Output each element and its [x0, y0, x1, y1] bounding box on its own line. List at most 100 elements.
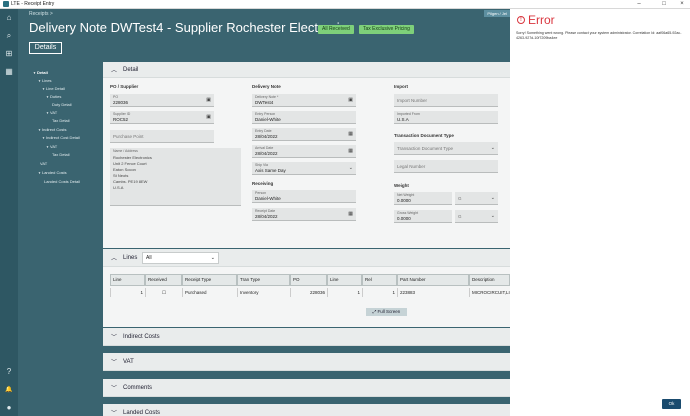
lookup-icon[interactable]: ▣: [348, 97, 353, 103]
chevron-down-icon: ﹀: [110, 411, 117, 416]
lines-filter-select[interactable]: All ⌄: [142, 252, 219, 264]
receipt-date-field[interactable]: Receipt Date 28/04/2022 ▦: [252, 208, 356, 221]
tree-item-landed-costs-detail[interactable]: Landed Costs Detail: [44, 179, 80, 184]
column-header-po-line[interactable]: Line: [327, 274, 362, 286]
chevron-down-icon: ﹀: [110, 360, 117, 366]
column-header-part-number[interactable]: Part Number: [397, 274, 469, 286]
chevron-up-icon: ︿: [110, 68, 117, 74]
chevron-down-icon[interactable]: ⌄: [491, 213, 495, 219]
column-header-received[interactable]: Received: [145, 274, 182, 286]
minimize-button[interactable]: –: [632, 0, 646, 9]
main-area: Receipts > Pilgen / Jel Delivery Note DW…: [18, 9, 510, 416]
tree-item-indirect-cost-detail[interactable]: ▼Indirect Cost Detail: [42, 135, 80, 140]
detail-panel: PO / Supplier Delivery Note Import PO 228…: [103, 78, 510, 248]
column-header-tran-type[interactable]: Tran Type: [237, 274, 290, 286]
gross-weight-field[interactable]: Gross Weight 0.0000: [394, 210, 452, 223]
column-header-rel[interactable]: Rel: [362, 274, 397, 286]
error-title: Error: [528, 13, 555, 27]
imported-from-field[interactable]: Imported From U.S.A: [394, 111, 498, 124]
help-icon[interactable]: ?: [4, 367, 14, 377]
net-weight-uom-select[interactable]: G ⌄: [455, 192, 498, 205]
chevron-down-icon[interactable]: ⌄: [491, 195, 495, 201]
entry-date-field[interactable]: Entry Date 28/04/2022 ▦: [252, 128, 356, 141]
chevron-up-icon: ︿: [110, 256, 117, 262]
transaction-doc-title: Transaction Document Type: [394, 133, 454, 138]
error-panel: ! Error Sorry! Something went wrong. Ple…: [510, 9, 690, 416]
tree-item-duties[interactable]: ▼Duties: [46, 94, 61, 99]
status-badge-pricing: Tax Exclusive Pricing: [359, 25, 414, 34]
tree-item-detail[interactable]: ▼Detail: [33, 70, 48, 75]
status-badge-received: All Received: [318, 25, 354, 34]
close-button[interactable]: ×: [675, 0, 689, 9]
breadcrumb[interactable]: Receipts >: [29, 11, 53, 17]
tree-item-indirect-costs[interactable]: ▼Indirect Costs: [38, 127, 66, 132]
apps-icon[interactable]: ⊞: [4, 49, 14, 59]
tree-item-landed-costs[interactable]: ▼Landed Costs: [38, 170, 67, 175]
error-message: Sorry! Something went wrong. Please cont…: [516, 31, 682, 40]
ship-via-field[interactable]: Ship Via Axis Same Day ⌄: [252, 162, 356, 175]
detail-header-title: Detail: [123, 66, 139, 73]
lookup-icon[interactable]: ▣: [206, 114, 211, 120]
column-header-po[interactable]: PO: [290, 274, 327, 286]
calendar-icon[interactable]: ▦: [348, 148, 353, 154]
tree-item-lines[interactable]: ▼Lines: [38, 78, 52, 83]
app-icon: [3, 1, 9, 7]
import-number-field[interactable]: Import Number: [394, 94, 498, 107]
gross-weight-uom-select[interactable]: G ⌄: [455, 210, 498, 223]
search-icon[interactable]: ⌕: [4, 31, 14, 41]
weight-title: Weight: [394, 183, 409, 188]
column-header-receipt-type[interactable]: Receipt Type: [182, 274, 237, 286]
purchase-point-field[interactable]: Purchase Point: [110, 130, 214, 143]
po-field[interactable]: PO 228036 ▣: [110, 94, 214, 107]
tab-details[interactable]: Details: [29, 42, 62, 54]
landed-costs-section-header[interactable]: ﹀ Landed Costs: [103, 404, 510, 416]
bell-icon[interactable]: 🔔: [4, 385, 14, 395]
error-icon: !: [517, 16, 525, 24]
detail-section-header[interactable]: ︿ Detail: [103, 62, 510, 78]
tree-item-line-detail[interactable]: ▼Line Detail: [42, 86, 65, 91]
full-screen-button[interactable]: ⤢ Full Screen: [366, 308, 407, 316]
calendar-icon[interactable]: ▦: [348, 211, 353, 217]
chevron-down-icon[interactable]: ⌄: [491, 145, 495, 151]
delivery-note-field[interactable]: Delivery Note * DWTest4 ▣: [252, 94, 356, 107]
tree-item-tax-detail[interactable]: Tax Detail: [52, 118, 70, 123]
page-title: Delivery Note DWTest4 - Supplier Rochest…: [29, 20, 353, 35]
arrival-date-field[interactable]: Arrival Date 28/04/2022 ▦: [252, 145, 356, 158]
column-header-description[interactable]: Description: [469, 274, 510, 286]
ok-button[interactable]: Ok: [662, 399, 681, 409]
tree-item-vat-2[interactable]: ▼VAT: [46, 144, 57, 149]
lines-header-title: Lines: [123, 254, 138, 261]
receiving-person-field[interactable]: Person Daniel-White: [252, 190, 356, 203]
maximize-button[interactable]: □: [657, 0, 671, 9]
indirect-costs-section-header[interactable]: ﹀ Indirect Costs: [103, 328, 510, 346]
home-icon[interactable]: ⌂: [4, 13, 14, 23]
po-supplier-title: PO / Supplier: [110, 84, 139, 89]
supplier-id-field[interactable]: Supplier ID ROC52 ▣: [110, 111, 214, 124]
tree-item-vat-3[interactable]: VAT: [40, 161, 47, 166]
calendar-icon[interactable]: ▦: [348, 131, 353, 137]
receiving-title: Receiving: [252, 181, 274, 186]
mode-badge: Pilgen / Jel: [484, 10, 510, 17]
name-address-field[interactable]: Name / Address Rochester Electronics Uni…: [110, 148, 241, 206]
delivery-note-title: Delivery Note: [252, 84, 281, 89]
lookup-icon[interactable]: ▣: [206, 97, 211, 103]
lines-panel: Line Received Receipt Type Tran Type PO …: [103, 267, 510, 327]
chevron-down-icon: ﹀: [110, 386, 117, 392]
window-title: LTE - Receipt Entry: [11, 1, 55, 7]
user-icon[interactable]: ●: [4, 403, 14, 413]
comments-section-header[interactable]: ﹀ Comments: [103, 379, 510, 397]
left-nav: ⌂ ⌕ ⊞ ▦ ? 🔔 ●: [0, 9, 18, 416]
legal-number-field[interactable]: Legal Number: [394, 160, 498, 173]
tree-item-duty-detail[interactable]: Duty Detail: [52, 102, 72, 107]
vat-section-header[interactable]: ﹀ VAT: [103, 353, 510, 371]
chevron-down-icon[interactable]: ⌄: [349, 165, 353, 171]
received-checkbox[interactable]: ☐: [145, 288, 182, 297]
grid-icon[interactable]: ▦: [4, 67, 14, 77]
column-header-line[interactable]: Line: [110, 274, 145, 286]
net-weight-field[interactable]: Net Weight 0.0000: [394, 192, 452, 205]
chevron-down-icon: ﹀: [110, 335, 117, 341]
import-title: Import: [394, 84, 408, 89]
tree-item-tax-detail-2[interactable]: Tax Detail: [52, 152, 70, 157]
transaction-doc-type-field[interactable]: Transaction Document Type ⌄: [394, 142, 498, 155]
tree-item-vat[interactable]: ▼VAT: [46, 110, 57, 115]
